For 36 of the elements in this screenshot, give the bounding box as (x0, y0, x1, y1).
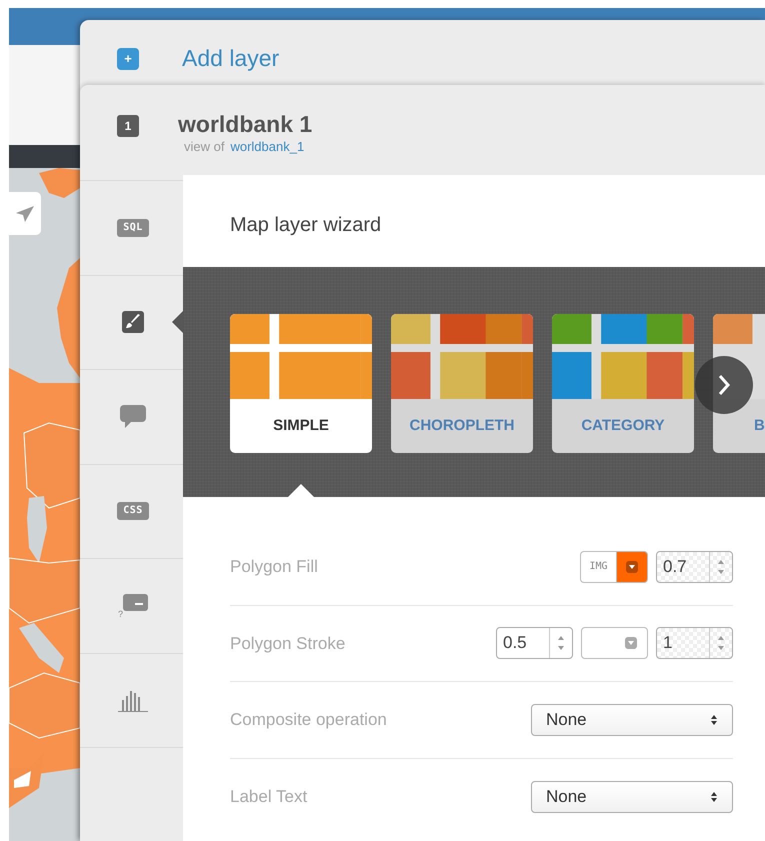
color-picker[interactable] (581, 627, 648, 660)
map-type-card[interactable]: CHOROPLETH (391, 314, 533, 453)
paper-plane-icon (16, 206, 34, 222)
layer-title: worldbank 1 (178, 112, 312, 138)
layer-number-badge: 1 (117, 115, 139, 137)
color-picker[interactable] (616, 550, 648, 583)
number-field[interactable]: 0.7 (656, 550, 733, 583)
updown-arrow-icon (710, 790, 718, 803)
bar-chart-icon (117, 688, 149, 712)
dropdown-field[interactable]: None (531, 704, 733, 736)
caret-icon (625, 637, 637, 650)
property-label: Polygon Fill (230, 556, 318, 578)
image-button[interactable]: IMG (580, 550, 616, 583)
map-type-card[interactable]: SIMPLE (230, 314, 372, 453)
speech-bubble-icon (120, 404, 146, 429)
property-label: Polygon Stroke (230, 632, 346, 654)
view-of-label: view of (184, 138, 224, 156)
css-icon: CSS (117, 502, 149, 520)
updown-arrow-icon (710, 714, 718, 726)
property-label: Label Text (230, 786, 308, 808)
share-button[interactable] (9, 192, 41, 235)
caret-icon (626, 560, 638, 573)
number-field[interactable]: 1 (656, 627, 733, 660)
number-field[interactable]: 0.5 (496, 627, 573, 660)
selection-pointer (288, 484, 314, 497)
next-button[interactable] (695, 356, 753, 414)
add-layer-link[interactable]: Add layer (182, 41, 280, 76)
chevron-right-icon (717, 374, 731, 396)
property-label: Composite operation (230, 709, 387, 731)
wizard-title: Map layer wizard (229, 213, 382, 238)
add-icon[interactable]: + (117, 48, 139, 70)
dropdown-field[interactable]: None (531, 780, 733, 813)
sql-icon: SQL (117, 218, 149, 237)
brush-icon (122, 311, 144, 334)
source-link[interactable]: worldbank_1 (230, 137, 304, 157)
map-type-card[interactable]: CATEGORY (552, 314, 694, 453)
